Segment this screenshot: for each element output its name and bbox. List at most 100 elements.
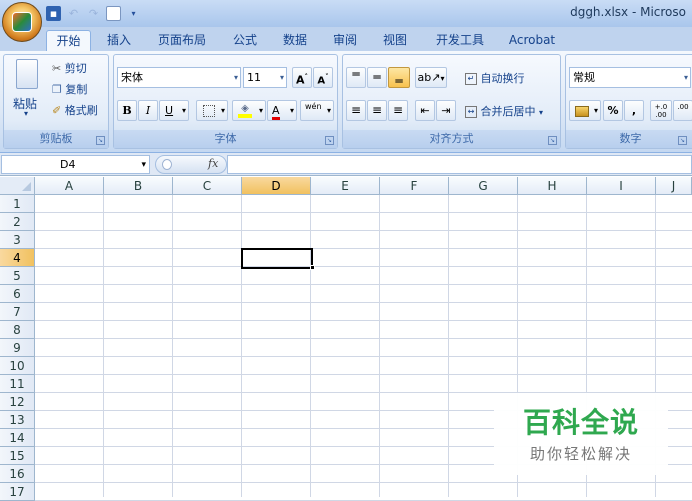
customize-qat-icon[interactable]: ▾ [126, 6, 141, 21]
watermark-title: 百科全说 [522, 406, 639, 439]
row-header-8[interactable]: 8 [0, 321, 35, 339]
column-header-a[interactable]: A [35, 177, 104, 195]
copy-button[interactable]: ❐ 复制 [52, 81, 87, 97]
column-header-j[interactable]: J [656, 177, 692, 195]
bottom-align-button[interactable]: ═ [388, 67, 410, 88]
insert-function-button[interactable]: fx [208, 157, 218, 170]
fill-handle[interactable] [310, 265, 315, 270]
formula-controls: fx [155, 155, 227, 174]
active-cell-d4[interactable] [241, 248, 313, 269]
accounting-format-button[interactable]: ▾ [569, 100, 601, 121]
title-bar: ▪ ↶ ↷ ▾ dggh.xlsx - Microso [0, 0, 692, 27]
chevron-down-icon: ▾ [326, 106, 331, 115]
column-header-b[interactable]: B [104, 177, 173, 195]
font-size-combo[interactable]: 11 ▾ [243, 67, 287, 88]
row-header-4[interactable]: 4 [0, 249, 35, 267]
comma-button[interactable]: , [624, 100, 644, 121]
expand-handle-icon[interactable] [162, 159, 172, 170]
phonetic-button[interactable]: wén ▾ [300, 100, 334, 121]
format-painter-label: 格式刷 [64, 104, 98, 117]
row-header-9[interactable]: 9 [0, 339, 35, 357]
shrink-font-button[interactable]: A˅ [313, 67, 333, 88]
column-gridline [172, 195, 173, 497]
middle-align-button[interactable]: ═ [367, 67, 387, 88]
tab-developer[interactable]: 开发工具 [428, 30, 492, 51]
increase-indent-button[interactable]: ⇥ [436, 100, 456, 121]
row-header-16[interactable]: 16 [0, 465, 35, 483]
quick-access-toolbar: ▪ ↶ ↷ ▾ [46, 3, 141, 23]
font-size-value: 11 [247, 71, 261, 84]
merge-center-button[interactable]: ↔ 合并后居中 ▾ [465, 103, 543, 119]
borders-button[interactable]: ▾ [196, 100, 228, 121]
format-painter-button[interactable]: ✐ 格式刷 [52, 102, 98, 118]
alignment-launcher-icon[interactable]: ↘ [548, 136, 557, 145]
row-header-5[interactable]: 5 [0, 267, 35, 285]
tab-acrobat[interactable]: Acrobat [502, 30, 562, 51]
row-header-13[interactable]: 13 [0, 411, 35, 429]
clipboard-launcher-icon[interactable]: ↘ [96, 136, 105, 145]
row-header-2[interactable]: 2 [0, 213, 35, 231]
print-preview-icon[interactable] [106, 5, 121, 21]
align-right-icon: ≡ [392, 103, 404, 117]
underline-button[interactable]: U ▾ [159, 100, 189, 121]
percent-button[interactable]: % [603, 100, 623, 121]
grow-font-button[interactable]: A˄ [292, 67, 312, 88]
fill-color-button[interactable]: ◈ ▾ [232, 100, 266, 121]
row-header-12[interactable]: 12 [0, 393, 35, 411]
row-header-1[interactable]: 1 [0, 195, 35, 213]
select-all-corner[interactable] [0, 177, 35, 195]
column-header-f[interactable]: F [380, 177, 449, 195]
cut-button[interactable]: ✂ 剪切 [52, 60, 87, 76]
office-button[interactable] [2, 2, 42, 42]
paste-dropdown-icon[interactable]: ▾ [24, 109, 28, 118]
row-header-6[interactable]: 6 [0, 285, 35, 303]
cut-label: 剪切 [64, 62, 87, 75]
undo-icon[interactable]: ↶ [66, 6, 81, 21]
increase-decimal-button[interactable]: +.0 .00 [650, 100, 672, 121]
row-header-14[interactable]: 14 [0, 429, 35, 447]
align-left-button[interactable]: ≡ [346, 100, 366, 121]
font-color-button[interactable]: A ▾ [267, 100, 297, 121]
row-gridline [35, 266, 692, 267]
top-align-button[interactable]: ═ [346, 67, 366, 88]
tab-view[interactable]: 视图 [376, 30, 414, 51]
number-launcher-icon[interactable]: ↘ [678, 136, 687, 145]
row-header-15[interactable]: 15 [0, 447, 35, 465]
column-header-d[interactable]: D [242, 177, 311, 195]
number-format-combo[interactable]: 常规 ▾ [569, 67, 691, 88]
decrease-decimal-button[interactable]: .00 [673, 100, 692, 121]
paste-icon[interactable] [16, 59, 38, 89]
orientation-button[interactable]: ab↗▾ [415, 67, 447, 88]
row-header-10[interactable]: 10 [0, 357, 35, 375]
tab-home[interactable]: 开始 [46, 30, 91, 51]
formula-input[interactable] [227, 155, 692, 174]
row-header-17[interactable]: 17 [0, 483, 35, 501]
font-launcher-icon[interactable]: ↘ [325, 136, 334, 145]
tab-data[interactable]: 数据 [276, 30, 314, 51]
column-header-c[interactable]: C [173, 177, 242, 195]
bold-button[interactable]: B [117, 100, 137, 121]
save-icon[interactable]: ▪ [46, 5, 61, 21]
column-header-i[interactable]: I [587, 177, 656, 195]
row-header-11[interactable]: 11 [0, 375, 35, 393]
align-center-button[interactable]: ≡ [367, 100, 387, 121]
format-painter-icon: ✐ [52, 104, 62, 117]
row-header-7[interactable]: 7 [0, 303, 35, 321]
wrap-text-button[interactable]: ↵ 自动换行 [465, 70, 525, 86]
column-header-g[interactable]: G [449, 177, 518, 195]
tab-review[interactable]: 审阅 [326, 30, 364, 51]
align-right-button[interactable]: ≡ [388, 100, 408, 121]
name-box[interactable]: D4 ▾ [1, 155, 150, 174]
italic-button[interactable]: I [138, 100, 158, 121]
column-header-e[interactable]: E [311, 177, 380, 195]
row-header-3[interactable]: 3 [0, 231, 35, 249]
tab-page-layout[interactable]: 页面布局 [150, 30, 214, 51]
tab-insert[interactable]: 插入 [100, 30, 138, 51]
column-header-h[interactable]: H [518, 177, 587, 195]
column-gridline [241, 195, 242, 497]
redo-icon[interactable]: ↷ [86, 6, 101, 21]
decrease-indent-button[interactable]: ⇤ [415, 100, 435, 121]
shrink-font-icon: A [317, 75, 326, 87]
font-name-combo[interactable]: 宋体 ▾ [117, 67, 241, 88]
tab-formulas[interactable]: 公式 [226, 30, 264, 51]
